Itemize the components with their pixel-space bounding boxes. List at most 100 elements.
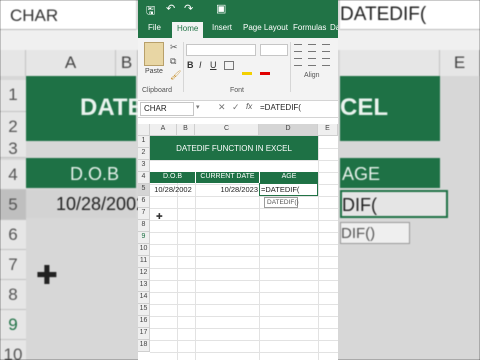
row-header[interactable]: 4 (138, 172, 150, 184)
bg-col-b: B (116, 50, 138, 76)
paste-icon[interactable] (144, 42, 164, 66)
form-icon[interactable]: ▣ (216, 2, 226, 15)
bg-cursor-icon: ✚ (36, 260, 58, 290)
header-dob[interactable]: D.O.B (150, 172, 195, 183)
row-header[interactable]: 2 (138, 148, 150, 160)
bg-row-9: 9 (0, 310, 26, 340)
align-bottom-icon[interactable] (322, 44, 330, 52)
bg-corner (0, 50, 26, 76)
cell-dob[interactable]: 10/28/2002 (152, 185, 194, 194)
fill-color-icon[interactable] (242, 72, 252, 75)
row-header[interactable]: 11 (138, 256, 150, 268)
row-gridline (150, 340, 338, 341)
cell-current-date[interactable]: 10/28/2023 (196, 185, 258, 194)
sheet-title[interactable]: DATEDIF FUNCTION IN EXCEL (150, 136, 318, 160)
row-gridline (150, 292, 338, 293)
quick-access-toolbar: 🖫 ↶ ↷ ▣ (138, 0, 338, 20)
row-header[interactable]: 1 (138, 136, 150, 148)
row-header[interactable]: 17 (138, 328, 150, 340)
bg-col-e: E (440, 50, 480, 76)
redo-icon[interactable]: ↷ (184, 2, 193, 15)
underline-button[interactable]: U (210, 60, 217, 70)
formula-input[interactable]: =DATEDIF( (260, 102, 338, 116)
bg-row-10: 10 (0, 340, 26, 360)
bg-tooltip: DIF() (340, 222, 410, 244)
cursor-icon: ✚ (156, 212, 163, 221)
header-age[interactable]: AGE (259, 172, 318, 183)
save-icon[interactable]: 🖫 (146, 2, 155, 21)
tab-page-layout[interactable]: Page Layout (243, 23, 288, 32)
bg-age-formula: DIF( (340, 190, 448, 218)
cut-icon[interactable]: ✂ (170, 42, 178, 53)
font-name-dropdown[interactable] (186, 44, 256, 56)
cancel-button[interactable]: ✕ (218, 102, 226, 113)
tab-home[interactable]: Home (172, 22, 204, 38)
format-painter-icon[interactable]: 🖌 (170, 70, 181, 81)
ribbon-tabs: File Home Insert Page Layout Formulas Da (138, 20, 338, 38)
column-header-b[interactable]: B (177, 124, 195, 136)
tab-data[interactable]: Da (330, 23, 338, 32)
select-all-corner[interactable] (138, 124, 150, 136)
row-gridline (150, 232, 338, 233)
align-left-icon[interactable] (294, 58, 302, 66)
row-header[interactable]: 9 (138, 232, 150, 244)
bg-title-right: CEL (340, 76, 440, 141)
bg-formula-text: DATEDIF( (340, 0, 480, 30)
bg-col-a: A (26, 50, 116, 76)
bg-col-d (340, 50, 440, 76)
header-current-date[interactable]: CURRENT DATE (195, 172, 259, 183)
bg-row-4: 4 (0, 160, 26, 190)
row-header[interactable]: 18 (138, 340, 150, 352)
row-header[interactable]: 8 (138, 220, 150, 232)
column-header-a[interactable]: A (150, 124, 177, 136)
tab-file[interactable]: File (148, 23, 161, 32)
bold-button[interactable]: B (187, 60, 194, 70)
italic-button[interactable]: I (199, 60, 202, 70)
bg-name-box: CHAR (0, 0, 136, 30)
tab-insert[interactable]: Insert (212, 23, 232, 32)
row-header[interactable]: 5 (138, 184, 150, 196)
paste-button[interactable]: Paste (145, 68, 163, 75)
undo-icon[interactable]: ↶ (166, 2, 175, 15)
row-header[interactable]: 14 (138, 292, 150, 304)
row-gridline (150, 196, 338, 197)
group-divider (290, 42, 291, 92)
copy-icon[interactable]: ⧉ (170, 56, 176, 67)
column-header-c[interactable]: C (195, 124, 259, 136)
font-color-icon[interactable] (260, 72, 270, 75)
row-gridline (150, 208, 338, 209)
function-tooltip: DATEDIF() (264, 197, 299, 208)
cell-age-editing[interactable]: =DATEDIF( (259, 183, 318, 196)
column-gridline (318, 136, 319, 360)
row-header[interactable]: 13 (138, 280, 150, 292)
align-top-icon[interactable] (294, 44, 302, 52)
bg-title-left: DATED (26, 76, 161, 141)
row-gridline (150, 256, 338, 257)
font-group-label: Font (230, 87, 245, 94)
align-middle-icon[interactable] (308, 44, 316, 52)
bg-dob-value: 10/28/2002 (26, 190, 146, 218)
row-header[interactable]: 3 (138, 160, 150, 172)
column-header-d[interactable]: D (259, 124, 318, 136)
row-header[interactable]: 12 (138, 268, 150, 280)
row-header[interactable]: 15 (138, 304, 150, 316)
group-divider (183, 42, 184, 92)
bg-row-7: 7 (0, 250, 26, 280)
row-header[interactable]: 16 (138, 316, 150, 328)
align-center-icon[interactable] (308, 58, 316, 66)
insert-function-button[interactable]: fx (246, 102, 252, 111)
borders-icon[interactable] (224, 61, 234, 70)
bg-row-6: 6 (0, 220, 26, 250)
name-box-dropdown-icon[interactable]: ▾ (196, 103, 200, 111)
line (150, 160, 318, 161)
column-header-e[interactable]: E (318, 124, 338, 136)
align-right-icon[interactable] (322, 58, 330, 66)
alignment-group-label: Align (304, 72, 320, 79)
tab-formulas[interactable]: Formulas (293, 23, 326, 32)
row-header[interactable]: 6 (138, 196, 150, 208)
row-header[interactable]: 10 (138, 244, 150, 256)
font-size-dropdown[interactable] (260, 44, 288, 56)
row-header[interactable]: 7 (138, 208, 150, 220)
enter-button[interactable]: ✓ (232, 102, 240, 113)
name-box[interactable]: CHAR (140, 102, 194, 116)
